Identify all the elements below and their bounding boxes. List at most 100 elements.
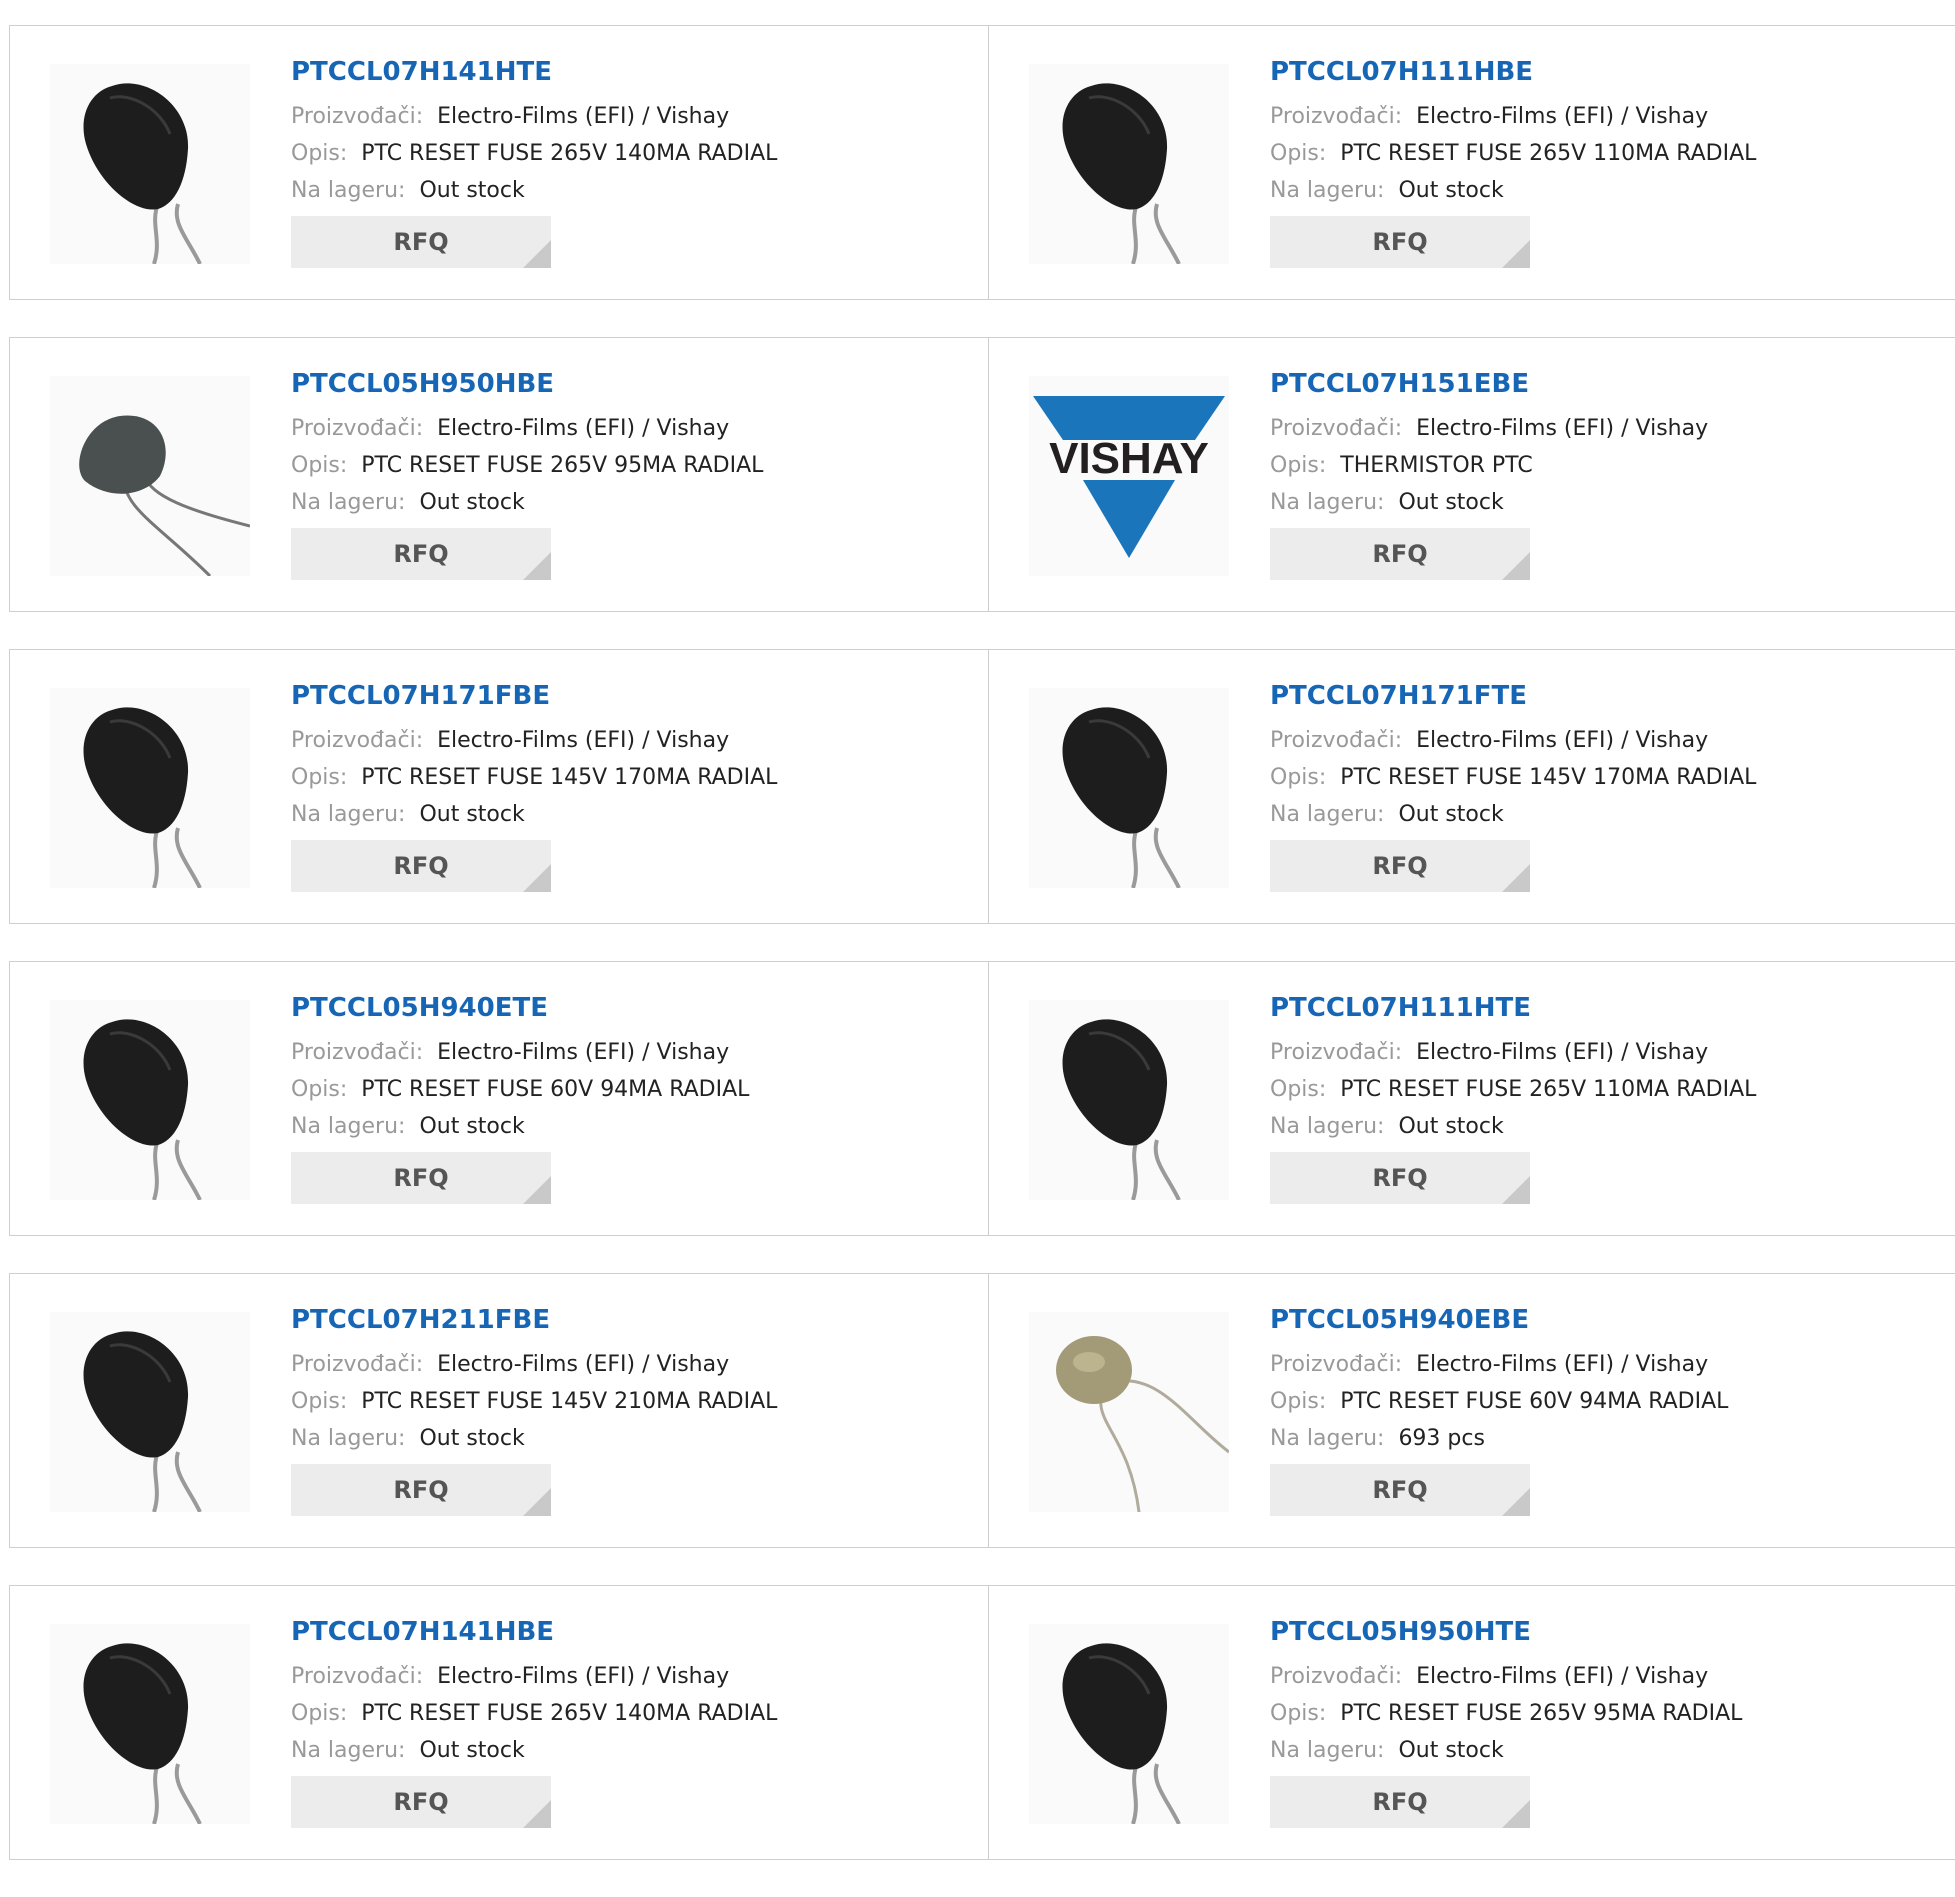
manufacturer-label: Proizvođači: xyxy=(1270,104,1403,129)
description-value: PTC RESET FUSE 265V 95MA RADIAL xyxy=(1340,1701,1743,1726)
product-row: PTCCL07H141HBE Proizvođači: Electro-Films … xyxy=(9,1585,1955,1860)
thermistor-icon xyxy=(83,1019,202,1200)
rfq-button[interactable]: RFQ xyxy=(1270,1776,1530,1828)
part-number-link[interactable]: PTCCL05H940EBE xyxy=(1270,1302,1728,1340)
stock-label: Na lageru: xyxy=(1270,802,1385,827)
description-label: Opis: xyxy=(291,1389,348,1414)
product-image[interactable] xyxy=(1029,1624,1229,1824)
part-number-link[interactable]: PTCCL05H940ETE xyxy=(291,990,749,1028)
manufacturer-label: Proizvođači: xyxy=(1270,416,1403,441)
manufacturer: Proizvođači: Electro-Films (EFI) / Vishay xyxy=(291,1346,777,1383)
description: Opis: PTC RESET FUSE 145V 210MA RADIAL xyxy=(291,1383,777,1420)
product-card: PTCCL07H171FTE Proizvođači: Electro-Films … xyxy=(988,650,1955,923)
thermistor-icon xyxy=(1056,1336,1229,1512)
rfq-button[interactable]: RFQ xyxy=(291,1152,551,1204)
description-value: PTC RESET FUSE 265V 140MA RADIAL xyxy=(361,1701,778,1726)
product-image[interactable] xyxy=(50,1624,250,1824)
description: Opis: PTC RESET FUSE 145V 170MA RADIAL xyxy=(291,759,777,796)
stock: Na lageru: Out stock xyxy=(1270,1732,1742,1769)
product-info: PTCCL07H211FBE Proizvođači: Electro-Films … xyxy=(291,1302,777,1516)
product-image[interactable] xyxy=(50,1000,250,1200)
manufacturer-label: Proizvođači: xyxy=(291,416,424,441)
manufacturer: Proizvođači: Electro-Films (EFI) / Vishay xyxy=(1270,1658,1742,1695)
rfq-button[interactable]: RFQ xyxy=(1270,840,1530,892)
stock-label: Na lageru: xyxy=(291,1738,406,1763)
manufacturer-label: Proizvođači: xyxy=(1270,1040,1403,1065)
product-image[interactable] xyxy=(50,376,250,576)
part-number-link[interactable]: PTCCL05H950HBE xyxy=(291,366,763,404)
stock: Na lageru: Out stock xyxy=(291,1108,749,1145)
stock: Na lageru: Out stock xyxy=(291,484,763,521)
stock-value: Out stock xyxy=(419,1114,525,1139)
rfq-button[interactable]: RFQ xyxy=(291,1776,551,1828)
rfq-button-label: RFQ xyxy=(1372,540,1428,568)
corner-triangle-icon xyxy=(523,1488,551,1516)
manufacturer: Proizvođači: Electro-Films (EFI) / Vishay xyxy=(1270,410,1708,447)
description-label: Opis: xyxy=(291,1701,348,1726)
rfq-button-label: RFQ xyxy=(393,228,449,256)
description-value: PTC RESET FUSE 145V 210MA RADIAL xyxy=(361,1389,778,1414)
product-card: PTCCL07H111HTE Proizvođači: Electro-Films … xyxy=(988,962,1955,1235)
manufacturer-value: Electro-Films (EFI) / Vishay xyxy=(437,104,730,129)
rfq-button[interactable]: RFQ xyxy=(1270,528,1530,580)
description-label: Opis: xyxy=(1270,765,1327,790)
product-image[interactable] xyxy=(50,1312,250,1512)
description-value: PTC RESET FUSE 265V 110MA RADIAL xyxy=(1340,141,1757,166)
thermistor-icon xyxy=(1062,707,1181,888)
product-image[interactable] xyxy=(50,64,250,264)
manufacturer: Proizvođači: Electro-Films (EFI) / Vishay xyxy=(291,98,777,135)
rfq-button[interactable]: RFQ xyxy=(291,840,551,892)
part-number-link[interactable]: PTCCL07H211FBE xyxy=(291,1302,777,1340)
description-label: Opis: xyxy=(1270,1077,1327,1102)
description-value: PTC RESET FUSE 145V 170MA RADIAL xyxy=(361,765,778,790)
rfq-button[interactable]: RFQ xyxy=(1270,216,1530,268)
part-number-link[interactable]: PTCCL05H950HTE xyxy=(1270,1614,1742,1652)
vishay-logo-icon: VISHAY xyxy=(1033,396,1225,558)
manufacturer-value: Electro-Films (EFI) / Vishay xyxy=(437,416,730,441)
stock: Na lageru: Out stock xyxy=(1270,1108,1756,1145)
product-info: PTCCL07H171FTE Proizvođači: Electro-Films … xyxy=(1270,678,1756,892)
product-image[interactable] xyxy=(1029,1312,1229,1512)
thermistor-icon xyxy=(83,707,202,888)
thermistor-icon xyxy=(79,415,250,576)
product-image[interactable]: VISHAY xyxy=(1029,376,1229,576)
stock-label: Na lageru: xyxy=(291,178,406,203)
product-image[interactable] xyxy=(1029,688,1229,888)
part-number-link[interactable]: PTCCL07H171FTE xyxy=(1270,678,1756,716)
product-info: PTCCL05H950HBE Proizvođači: Electro-Films … xyxy=(291,366,763,580)
part-number-link[interactable]: PTCCL07H111HTE xyxy=(1270,990,1756,1028)
rfq-button[interactable]: RFQ xyxy=(1270,1464,1530,1516)
manufacturer: Proizvođači: Electro-Films (EFI) / Vishay xyxy=(291,1034,749,1071)
stock: Na lageru: Out stock xyxy=(291,796,777,833)
manufacturer-label: Proizvođači: xyxy=(291,1352,424,1377)
stock-value: Out stock xyxy=(419,490,525,515)
manufacturer: Proizvođači: Electro-Films (EFI) / Vishay xyxy=(291,410,763,447)
stock: Na lageru: Out stock xyxy=(291,172,777,209)
thermistor-icon xyxy=(1062,1643,1181,1824)
product-image[interactable] xyxy=(50,688,250,888)
rfq-button[interactable]: RFQ xyxy=(1270,1152,1530,1204)
product-grid: PTCCL07H141HTE Proizvođači: Electro-Films … xyxy=(9,25,1955,1897)
product-image[interactable] xyxy=(1029,64,1229,264)
thermistor-icon xyxy=(83,1643,202,1824)
description-label: Opis: xyxy=(1270,1701,1327,1726)
product-info: PTCCL07H141HBE Proizvođači: Electro-Films … xyxy=(291,1614,777,1828)
stock-value: 693 pcs xyxy=(1398,1426,1485,1451)
product-image[interactable] xyxy=(1029,1000,1229,1200)
rfq-button[interactable]: RFQ xyxy=(291,216,551,268)
product-card: PTCCL05H940EBE Proizvođači: Electro-Films … xyxy=(988,1274,1955,1547)
rfq-button[interactable]: RFQ xyxy=(291,1464,551,1516)
part-number-link[interactable]: PTCCL07H111HBE xyxy=(1270,54,1756,92)
part-number-link[interactable]: PTCCL07H141HTE xyxy=(291,54,777,92)
stock-value: Out stock xyxy=(419,1738,525,1763)
rfq-button-label: RFQ xyxy=(393,1164,449,1192)
rfq-button[interactable]: RFQ xyxy=(291,528,551,580)
manufacturer-value: Electro-Films (EFI) / Vishay xyxy=(1416,728,1709,753)
stock-label: Na lageru: xyxy=(1270,178,1385,203)
product-info: PTCCL05H940ETE Proizvođači: Electro-Films … xyxy=(291,990,749,1204)
part-number-link[interactable]: PTCCL07H171FBE xyxy=(291,678,777,716)
part-number-link[interactable]: PTCCL07H141HBE xyxy=(291,1614,777,1652)
manufacturer-value: Electro-Films (EFI) / Vishay xyxy=(1416,1664,1709,1689)
part-number-link[interactable]: PTCCL07H151EBE xyxy=(1270,366,1708,404)
product-row: PTCCL07H171FBE Proizvođači: Electro-Films … xyxy=(9,649,1955,924)
